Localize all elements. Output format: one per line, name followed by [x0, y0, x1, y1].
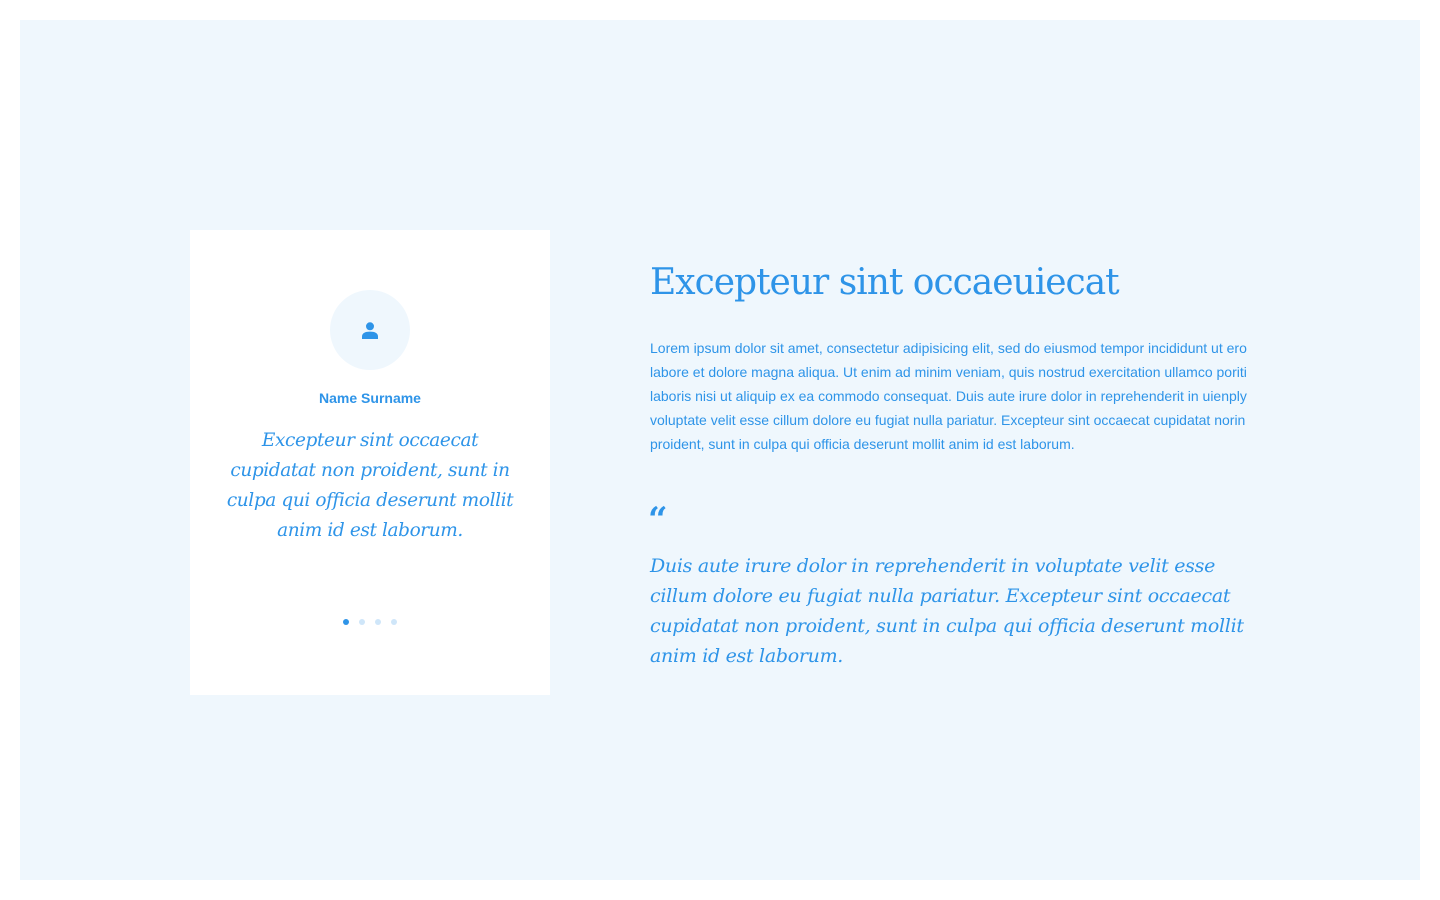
testimonial-quote: Excepteur sint occaecat cupidatat non pr…	[226, 430, 514, 541]
carousel-dot[interactable]	[359, 619, 365, 625]
section-heading: Excepteur sint occaeuiecat	[650, 262, 1120, 303]
carousel-dot[interactable]	[375, 619, 381, 625]
section-body-text: Lorem ipsum dolor sit amet, consectetur …	[650, 340, 1247, 452]
pull-quote: Duis aute irure dolor in reprehenderit i…	[650, 555, 1244, 667]
carousel-pagination	[190, 619, 550, 625]
carousel-dot[interactable]	[343, 619, 349, 625]
testimonial-section: Name Surname Excepteur sint occaecat cup…	[20, 20, 1420, 880]
avatar	[330, 290, 410, 370]
quote-icon: “	[648, 500, 668, 540]
carousel-dot[interactable]	[391, 619, 397, 625]
user-icon	[362, 321, 378, 339]
testimonial-card: Name Surname Excepteur sint occaecat cup…	[190, 230, 550, 695]
testimonial-author-name: Name Surname	[319, 390, 421, 406]
